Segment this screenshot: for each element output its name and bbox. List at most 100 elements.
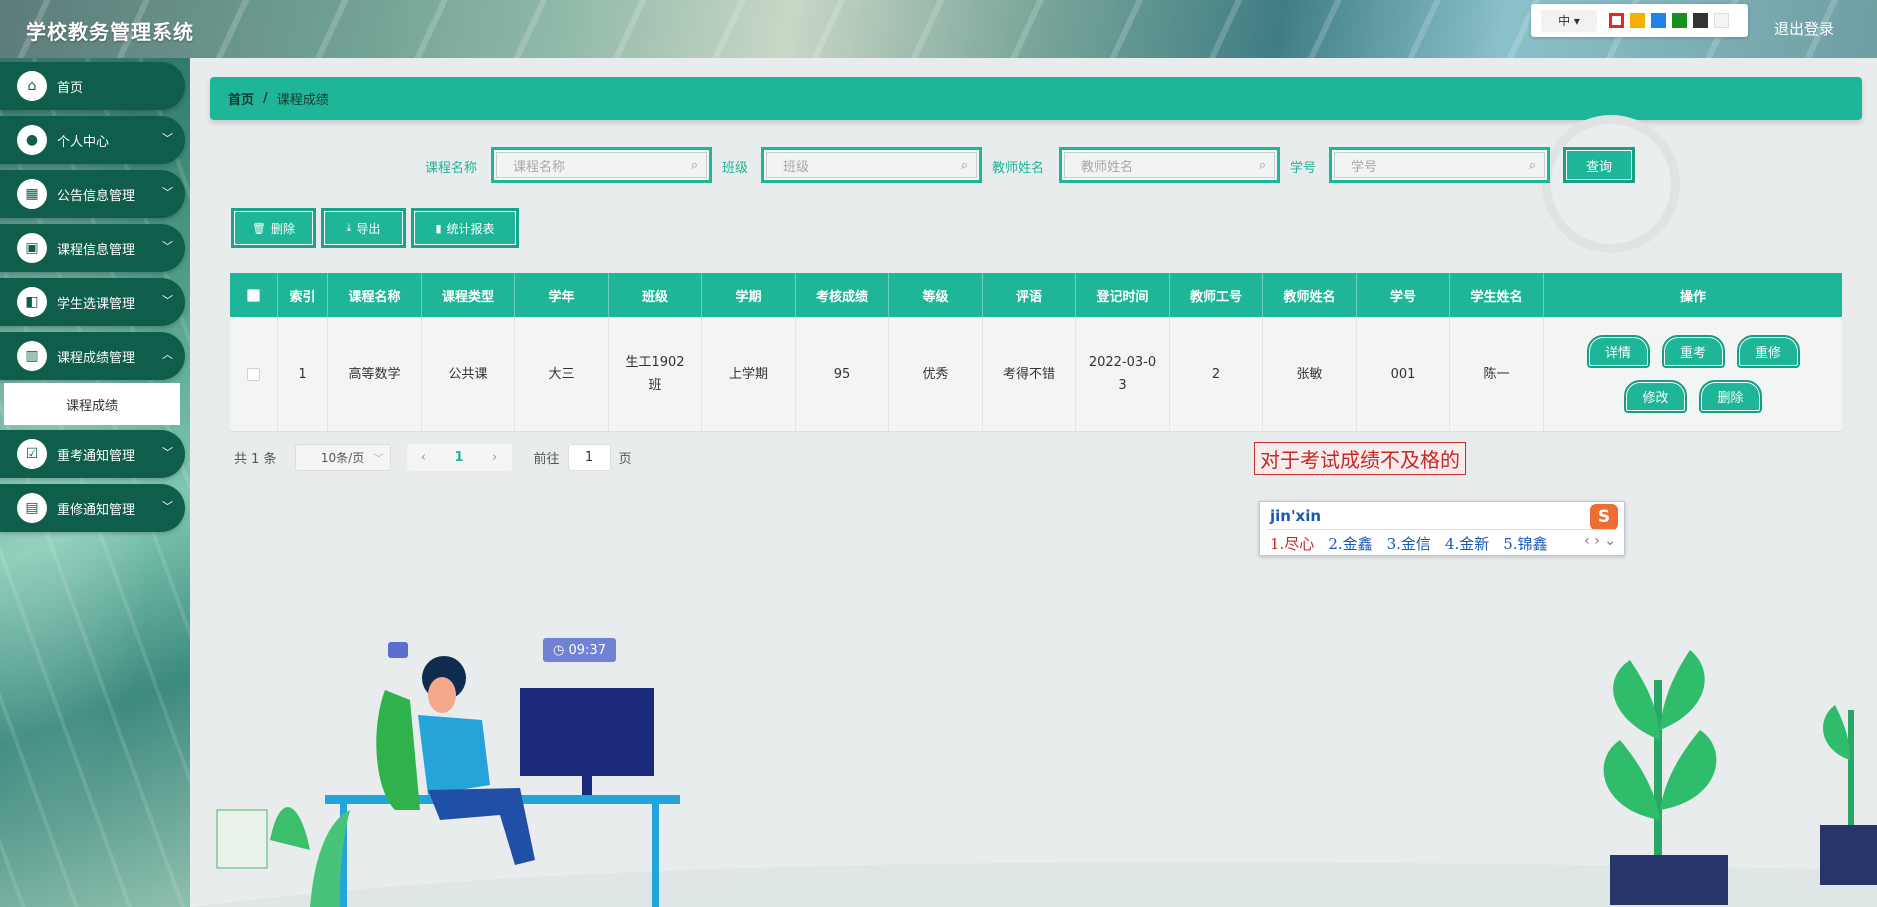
- logout-link[interactable]: 退出登录: [1774, 18, 1834, 39]
- sogou-logo-icon: S: [1590, 504, 1618, 530]
- ime-page-nav[interactable]: ‹ › ⌄: [1584, 533, 1616, 549]
- export-button[interactable]: ⤓ 导出: [321, 208, 406, 248]
- sidebar-item-personal-center[interactable]: ● 个人中心 ﹀: [0, 116, 185, 164]
- ime-candidate[interactable]: 5.锦鑫: [1503, 533, 1547, 554]
- sidebar-item-label: 重修通知管理: [57, 502, 136, 518]
- chevron-down-icon: ﹀: [162, 132, 173, 145]
- cell-comment: 考得不错: [983, 317, 1076, 431]
- sidebar-item-grade-mgmt[interactable]: ▥ 课程成绩管理 ︿: [0, 332, 185, 380]
- cell-class: 生工1902班: [609, 317, 702, 431]
- office-illustration: [190, 642, 1877, 907]
- sidebar-item-home[interactable]: ⌂ 首页: [0, 62, 185, 110]
- row-select-cell: [230, 317, 278, 431]
- theme-switcher: 中 ▾: [1531, 4, 1748, 37]
- search-icon: ⌕: [960, 158, 968, 173]
- prev-page-icon[interactable]: ‹: [421, 450, 426, 465]
- cell-text: 张敏: [1296, 366, 1323, 382]
- cell-course-type: 公共课: [422, 317, 515, 431]
- decorative-clock: [1542, 115, 1680, 253]
- chevron-down-icon: ﹀: [373, 454, 384, 465]
- edit-button[interactable]: 修改: [1624, 380, 1687, 413]
- chevron-down-icon: ﹀: [162, 294, 173, 307]
- sidebar-item-label: 重考通知管理: [57, 448, 136, 464]
- breadcrumb: 首页 / 课程成绩: [210, 77, 1862, 120]
- header-course-name: 课程名称: [328, 273, 422, 317]
- cell-text: 1: [298, 366, 307, 382]
- sidebar-item-course-info[interactable]: ▣ 课程信息管理 ﹀: [0, 224, 185, 272]
- cell-term: 上学期: [702, 317, 796, 431]
- breadcrumb-home[interactable]: 首页: [228, 89, 254, 108]
- sidebar-item-label: 个人中心: [57, 134, 110, 150]
- delete-button[interactable]: 🗑 删除: [231, 208, 316, 248]
- chevron-down-icon: ﹀: [162, 500, 173, 513]
- theme-swatch-green[interactable]: [1672, 13, 1687, 28]
- sidebar-subitem-course-grade[interactable]: 课程成绩: [4, 383, 180, 425]
- cell-text: 生工1902班: [625, 355, 685, 393]
- page-number-current[interactable]: 1: [455, 450, 464, 465]
- class-field[interactable]: 班级 ⌕: [761, 147, 982, 183]
- user-icon: ●: [17, 125, 47, 155]
- download-icon: ⤓: [346, 221, 352, 234]
- theme-swatch-dark[interactable]: [1693, 13, 1708, 28]
- header-student-name: 学生姓名: [1450, 273, 1544, 317]
- course-name-field[interactable]: 课程名称 ⌕: [491, 147, 712, 183]
- row-checkbox[interactable]: [247, 367, 260, 381]
- sidebar-item-course-selection[interactable]: ◧ 学生选课管理 ﹀: [0, 278, 185, 326]
- cell-text: 考得不错: [1002, 366, 1055, 382]
- cell-text: 公共课: [448, 366, 488, 382]
- cell-student-id: 001: [1357, 317, 1450, 431]
- header-teacher-name: 教师姓名: [1263, 273, 1357, 317]
- cell-operations: 详情 重考 重修 修改 删除: [1544, 317, 1842, 431]
- chevron-up-icon: ︿: [162, 348, 173, 361]
- theme-swatch-yellow[interactable]: [1630, 13, 1645, 28]
- cell-text: 上学期: [728, 366, 768, 382]
- class-label: 班级: [722, 161, 749, 176]
- sidebar-item-retest-notice[interactable]: ☑ 重考通知管理 ﹀: [0, 430, 185, 478]
- bars-icon: ▥: [17, 341, 47, 371]
- total-count: 共 1 条: [234, 452, 277, 467]
- header-teacher-id: 教师工号: [1170, 273, 1263, 317]
- sidebar-item-retake-notice[interactable]: ▤ 重修通知管理 ﹀: [0, 484, 185, 532]
- time-badge: ◷ 09:37: [543, 638, 616, 662]
- sidebar-item-label: 公告信息管理: [57, 188, 136, 204]
- next-page-icon[interactable]: ›: [492, 450, 497, 465]
- page-navigator: ‹ 1 ›: [406, 444, 512, 471]
- header-student-id: 学号: [1357, 273, 1450, 317]
- language-select[interactable]: 中 ▾: [1541, 9, 1597, 32]
- cell-course-name: 高等数学: [328, 317, 422, 431]
- theme-swatch-red[interactable]: [1609, 13, 1624, 28]
- ime-candidate[interactable]: 4.金新: [1445, 533, 1489, 554]
- detail-button[interactable]: 详情: [1586, 335, 1650, 368]
- retest-button[interactable]: 重考: [1661, 335, 1725, 368]
- ime-candidate[interactable]: 3.金信: [1387, 533, 1431, 554]
- briefcase-icon: ▣: [17, 233, 47, 263]
- clock-icon: ◷: [553, 642, 569, 658]
- row-delete-button[interactable]: 删除: [1699, 380, 1762, 413]
- sidebar-item-notice[interactable]: ▦ 公告信息管理 ﹀: [0, 170, 185, 218]
- select-all-checkbox[interactable]: [247, 288, 260, 302]
- cell-text: 大三: [548, 366, 575, 382]
- teacher-name-field[interactable]: 教师姓名 ⌕: [1059, 147, 1280, 183]
- query-button[interactable]: 查询: [1563, 147, 1635, 183]
- cell-year: 大三: [515, 317, 609, 431]
- report-label: 统计报表: [446, 221, 495, 236]
- cell-score: 95: [796, 317, 889, 431]
- breadcrumb-separator: /: [263, 91, 268, 106]
- chevron-down-icon: ▾: [1573, 13, 1580, 28]
- header-term: 学期: [702, 273, 796, 317]
- page-size-select[interactable]: 10条/页 ﹀: [294, 444, 391, 471]
- theme-swatch-white[interactable]: [1714, 13, 1729, 28]
- clipboard-icon: ▤: [17, 493, 47, 523]
- theme-swatch-blue[interactable]: [1651, 13, 1666, 28]
- ime-candidate[interactable]: 2.金鑫: [1328, 533, 1372, 554]
- student-id-field[interactable]: 学号 ⌕: [1329, 147, 1550, 183]
- cell-teacher-name: 张敏: [1263, 317, 1357, 431]
- table-row: 1 高等数学 公共课 大三 生工1902班 上学期 95 优秀 考得不错 202…: [230, 317, 1842, 432]
- goto-page-input[interactable]: 1: [567, 444, 611, 471]
- report-button[interactable]: ▮ 统计报表: [411, 208, 519, 248]
- retake-button[interactable]: 重修: [1736, 335, 1800, 368]
- cell-register-time: 2022-03-03: [1076, 317, 1170, 431]
- language-value: 中: [1558, 14, 1571, 28]
- ime-divider: [1267, 529, 1617, 530]
- ime-candidate[interactable]: 1.尽心: [1270, 533, 1314, 554]
